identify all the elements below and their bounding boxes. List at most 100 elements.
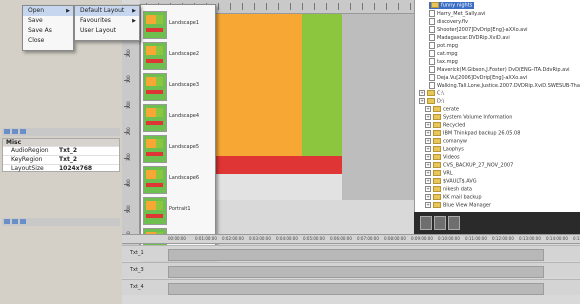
tree-item[interactable]: + Laophys	[425, 146, 464, 153]
folder-icon	[433, 154, 441, 160]
expand-icon[interactable]: +	[425, 202, 431, 208]
region-red[interactable]	[216, 156, 342, 174]
property-row[interactable]: KeyRegion Txt_2	[3, 155, 119, 164]
rss-icon[interactable]	[448, 216, 460, 230]
menu-item-save[interactable]: Save	[23, 16, 73, 26]
time-label: 00:00:00	[168, 236, 186, 241]
region-green[interactable]	[302, 14, 342, 156]
tree-item[interactable]: + System Volume Information	[425, 114, 512, 121]
tree-item[interactable]: + Videos	[425, 154, 460, 161]
timeline-track[interactable]: Txt_4	[122, 279, 580, 295]
property-pages-icon[interactable]	[20, 129, 26, 134]
tree-item[interactable]: + C:\	[419, 90, 444, 97]
track-bar[interactable]	[168, 266, 544, 278]
tree-item[interactable]: tax.mpg	[429, 58, 458, 65]
timeline-ruler[interactable]: 00:00:00 0:01:00:00 0:02:00:00 0:03:00:00 0:…	[122, 234, 580, 244]
tree-item[interactable]: Madagascar.DVDRip.XviD.avi	[429, 34, 510, 41]
expand-icon[interactable]: +	[425, 154, 431, 160]
tree-item[interactable]: Deja.Vu[2006]DvDrip[Eng]-aXXo.avi	[429, 74, 527, 81]
timeline-track[interactable]: Txt_1	[122, 245, 580, 261]
tree-item[interactable]: Maverick(M.Gibson,J.Foster) DvD(ENG-ITA.…	[429, 66, 570, 73]
expand-icon[interactable]: +	[425, 138, 431, 144]
expand-icon[interactable]: +	[425, 130, 431, 136]
file-icon	[429, 10, 435, 17]
tree-item[interactable]: + comanyw	[425, 138, 467, 145]
tree-item[interactable]: funny nights	[429, 2, 475, 9]
expand-icon[interactable]: +	[425, 146, 431, 152]
layout-preview-label: Landscape6	[169, 175, 200, 181]
ruler-tick	[350, 3, 351, 10]
tree-item[interactable]: discovery.flv	[429, 18, 468, 25]
tree-item[interactable]: + VRL	[425, 170, 453, 177]
properties-category[interactable]: Misc	[3, 139, 119, 146]
expand-icon[interactable]: +	[425, 162, 431, 168]
categorized-icon[interactable]	[4, 129, 10, 134]
tree-item[interactable]: + cerate	[425, 106, 459, 113]
expand-icon[interactable]: +	[419, 98, 425, 104]
tree-item[interactable]: + Recycled	[425, 122, 465, 129]
region-orange[interactable]	[216, 14, 302, 156]
menu-item-user-layout[interactable]: User Layout	[75, 26, 139, 36]
expand-icon[interactable]: +	[425, 170, 431, 176]
time-label: 0:10:00:00	[438, 236, 460, 241]
expand-icon[interactable]: +	[425, 178, 431, 184]
tree-item[interactable]: cat.mpg	[429, 50, 458, 57]
tree-item-label: $VAULT$.AVG	[443, 178, 477, 185]
property-key: LayoutSize	[11, 165, 44, 172]
menu-item-open[interactable]: Open ▶	[23, 6, 73, 16]
thumb-region-orange	[146, 108, 156, 117]
expand-icon[interactable]: +	[425, 106, 431, 112]
tree-item[interactable]: + nikesh data	[425, 186, 472, 193]
region-grey[interactable]	[342, 14, 414, 200]
layout-preview-item[interactable]: Landscape2	[143, 40, 215, 70]
property-row[interactable]: LayoutSize 1024x768	[3, 164, 119, 173]
tree-item[interactable]: + KK mail backup	[425, 194, 482, 201]
layout-preview-item[interactable]: Landscape4	[143, 102, 215, 132]
tree-item[interactable]: + Blue View Manager	[425, 202, 491, 209]
thumb-region-red	[146, 183, 163, 187]
menu-item-label: Close	[28, 37, 45, 44]
track-bar[interactable]	[168, 249, 544, 261]
layout-preview-item[interactable]: Landscape3	[143, 71, 215, 101]
track-bar[interactable]	[168, 283, 544, 295]
tree-item[interactable]: + IBM Thinkpad backup 26.05.08	[425, 130, 520, 137]
tree-item[interactable]: Harry_Met_Sally.avi	[429, 10, 485, 17]
thumb-region-red	[146, 214, 163, 218]
grid-icon[interactable]	[434, 216, 446, 230]
layout-preview-item[interactable]: Landscape1	[143, 9, 215, 39]
layout-preview-item[interactable]: Landscape5	[143, 133, 215, 163]
tree-item[interactable]: Walking.Tall.Lone.Justice.2007.DVDRip.Xv…	[429, 82, 580, 89]
expand-icon[interactable]: +	[425, 186, 431, 192]
tree-item[interactable]: Shooter[2007]DvDrip[Eng]-aXXo.avi	[429, 26, 528, 33]
layout-submenu: Default Layout ▶ Favourites ▶ User Layout	[74, 5, 140, 41]
expand-icon[interactable]: +	[425, 194, 431, 200]
tree-item-label: comanyw	[443, 138, 467, 145]
expand-icon[interactable]: +	[425, 122, 431, 128]
alphabetical-icon[interactable]	[12, 219, 18, 224]
categorized-icon[interactable]	[4, 219, 10, 224]
expand-icon[interactable]: +	[419, 90, 425, 96]
tree-item-label: pot.mpg	[437, 43, 459, 49]
file-icon	[429, 42, 435, 49]
menu-item-close[interactable]: Close	[23, 36, 73, 46]
alphabetical-icon[interactable]	[12, 129, 18, 134]
tree-item[interactable]: pot.mpg	[429, 42, 458, 49]
menu-item-favourites[interactable]: Favourites ▶	[75, 16, 139, 26]
layout-preview-item[interactable]: Portrait1	[143, 195, 215, 225]
tree-item[interactable]: + $VAULT$.AVG	[425, 178, 477, 185]
tree-item[interactable]: + CVS_BACKUP_27_NOV_2007	[425, 162, 513, 169]
property-pages-icon[interactable]	[20, 219, 26, 224]
menu-item-default-layout[interactable]: Default Layout ▶	[75, 6, 139, 16]
layout-preview-item[interactable]: Landscape6	[143, 164, 215, 194]
folder-icon	[433, 106, 441, 112]
tree-item[interactable]: + D:\	[419, 98, 444, 105]
folder-icon	[433, 114, 441, 120]
expand-icon[interactable]: +	[425, 114, 431, 120]
time-label: 0:06:00:00	[330, 236, 352, 241]
monitor-icon[interactable]	[420, 216, 432, 230]
menu-item-save-as[interactable]: Save As	[23, 26, 73, 36]
timeline-track[interactable]: Txt_3	[122, 262, 580, 278]
thumb-region-orange	[146, 201, 156, 210]
property-row[interactable]: AudioRegion Txt_2	[3, 146, 119, 155]
lower-panel-toolbar	[2, 218, 120, 226]
